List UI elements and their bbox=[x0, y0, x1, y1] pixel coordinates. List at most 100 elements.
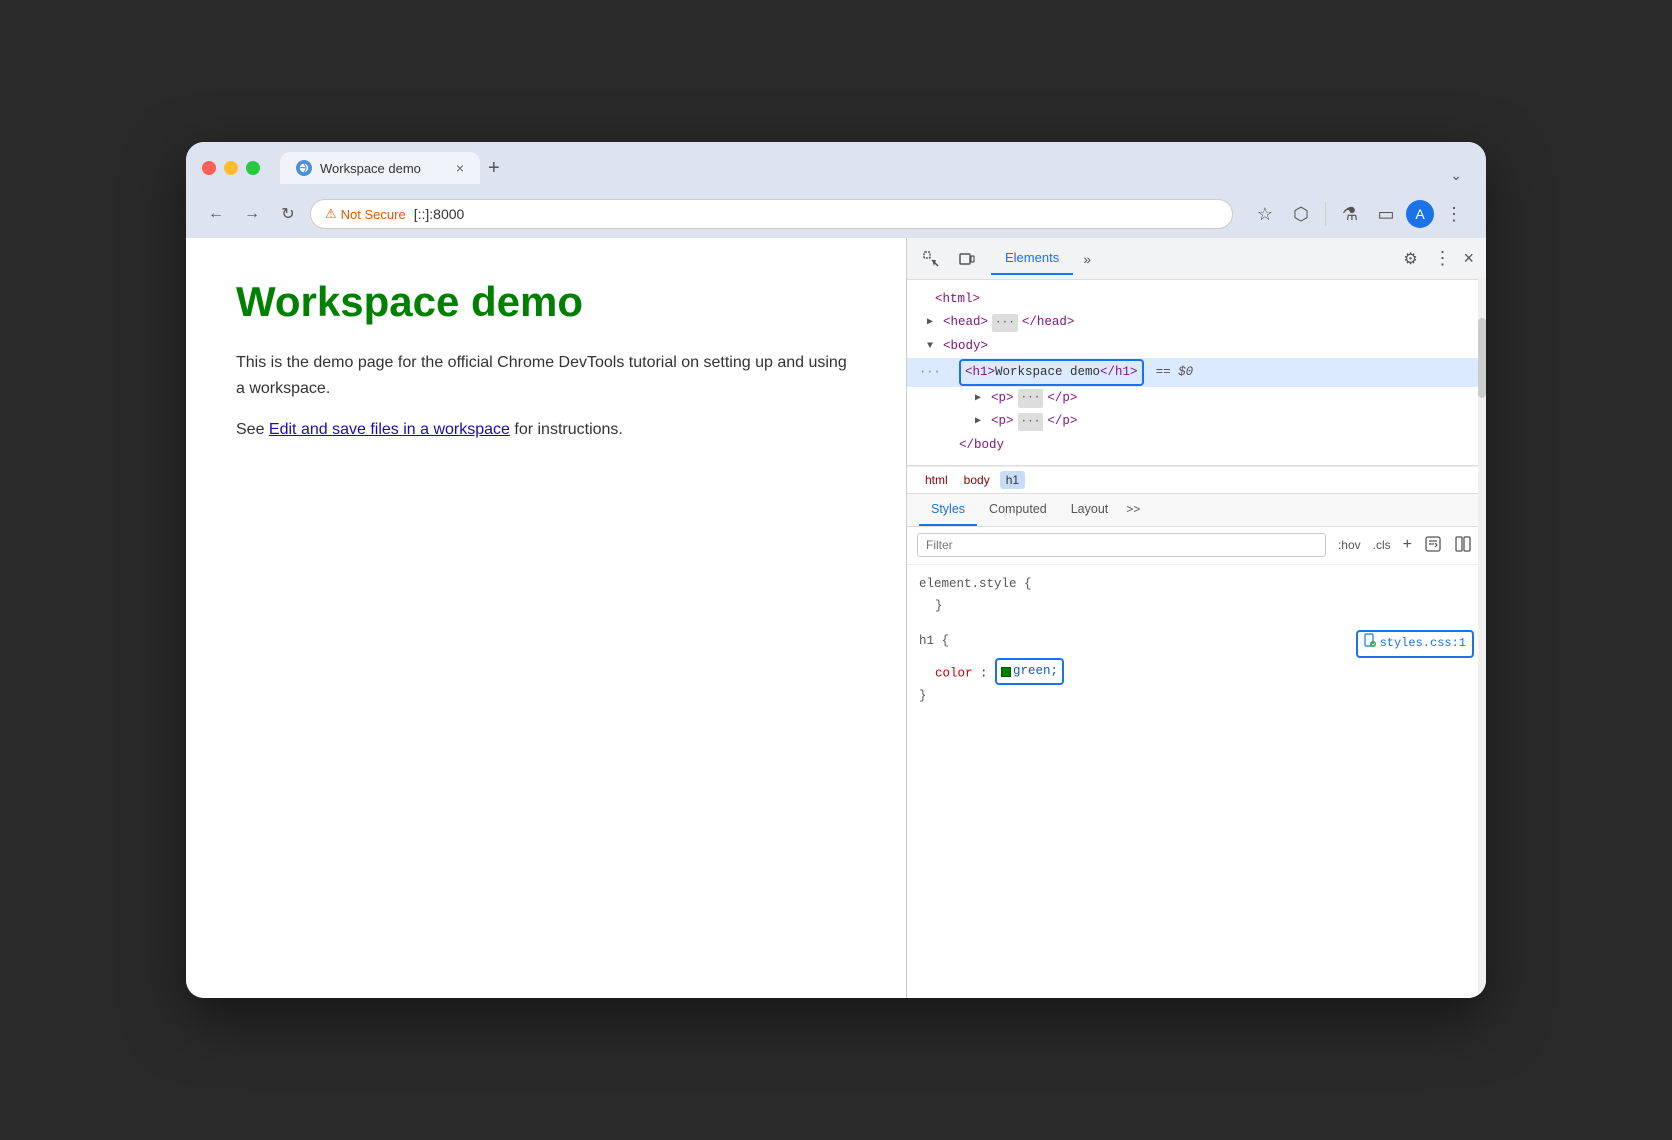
profile-button[interactable]: A bbox=[1406, 200, 1434, 228]
devtools-settings-button[interactable]: ⚙ bbox=[1395, 244, 1425, 274]
lab-button[interactable]: ⚗ bbox=[1334, 198, 1366, 230]
workspace-link[interactable]: Edit and save files in a workspace bbox=[269, 421, 510, 438]
dom-line-dots: ··· bbox=[919, 362, 941, 382]
element-style-close: } bbox=[919, 595, 1474, 618]
styles-tabs: Styles Computed Layout >> bbox=[907, 494, 1486, 527]
element-style-rule: element.style { } bbox=[919, 573, 1474, 618]
style-sheet-button[interactable] bbox=[1420, 533, 1446, 558]
styles-filter-row: :hov .cls + bbox=[907, 527, 1486, 565]
arrow-right3-icon: ▶ bbox=[975, 413, 987, 430]
tab-layout[interactable]: Layout bbox=[1059, 494, 1121, 526]
element-style-selector: element.style { bbox=[919, 573, 1474, 596]
styles-content: element.style { } h1 { bbox=[907, 565, 1486, 728]
tab-computed[interactable]: Computed bbox=[977, 494, 1059, 526]
h1-rule-close: } bbox=[919, 685, 1474, 708]
breadcrumb-h1[interactable]: h1 bbox=[1000, 471, 1025, 489]
h1-color-property: color : green; bbox=[919, 658, 1474, 685]
extensions-button[interactable]: ⬡ bbox=[1285, 198, 1317, 230]
security-indicator: ⚠ Not Secure bbox=[325, 206, 406, 222]
devtools-panel: Elements » ⚙ ⋮ × <html> bbox=[906, 238, 1486, 998]
styles-filter-buttons: :hov .cls + bbox=[1334, 533, 1476, 558]
dom-body-node[interactable]: ▼ <body> bbox=[907, 335, 1486, 358]
tab-favicon bbox=[296, 160, 312, 176]
color-swatch[interactable] bbox=[1001, 667, 1011, 677]
cls-button[interactable]: .cls bbox=[1369, 536, 1395, 554]
tab-title: Workspace demo bbox=[320, 161, 421, 176]
dom-body-close-node[interactable]: </body bbox=[907, 434, 1486, 457]
dom-p2-node[interactable]: ▶ <p> ··· </p> bbox=[907, 410, 1486, 433]
file-icon bbox=[1364, 633, 1376, 656]
paragraph2-suffix: for instructions. bbox=[510, 421, 623, 438]
dom-tree: <html> ▶ <head> ··· </head> ▼ <body> bbox=[907, 280, 1486, 466]
forward-button[interactable]: → bbox=[238, 200, 266, 228]
paragraph2-prefix: See bbox=[236, 421, 269, 438]
address-bar[interactable]: ⚠ Not Secure [::]:8000 bbox=[310, 199, 1233, 229]
traffic-lights bbox=[202, 161, 260, 175]
address-bar-row: ← → ↻ ⚠ Not Secure [::]:8000 ☆ ⬡ ⚗ ▭ bbox=[186, 192, 1486, 238]
settings-icon: ⚙ bbox=[1403, 249, 1417, 269]
layout-button[interactable] bbox=[1450, 533, 1476, 558]
close-window-button[interactable] bbox=[202, 161, 216, 175]
h1-selector: h1 { bbox=[919, 634, 949, 648]
dom-head-node[interactable]: ▶ <head> ··· </head> bbox=[907, 311, 1486, 334]
profile-initial: A bbox=[1415, 206, 1424, 222]
webpage-content: Workspace demo This is the demo page for… bbox=[186, 238, 906, 998]
source-file-label: styles.css:1 bbox=[1380, 633, 1466, 655]
styles-filter-input[interactable] bbox=[917, 533, 1326, 557]
devtools-scrollbar-thumb[interactable] bbox=[1478, 318, 1486, 398]
menu-button[interactable]: ⋮ bbox=[1438, 198, 1470, 230]
dom-p1-node[interactable]: ▶ <p> ··· </p> bbox=[907, 387, 1486, 410]
styles-source-link[interactable]: styles.css:1 bbox=[1356, 630, 1474, 659]
more-devtools-tabs[interactable]: » bbox=[1075, 247, 1099, 271]
page-paragraph-2: See Edit and save files in a workspace f… bbox=[236, 417, 856, 443]
devtools-close-button[interactable]: × bbox=[1459, 244, 1478, 273]
dom-html-node[interactable]: <html> bbox=[907, 288, 1486, 311]
devtools-tabs: Elements » bbox=[987, 242, 1391, 275]
page-heading: Workspace demo bbox=[236, 278, 856, 326]
inspect-element-button[interactable] bbox=[915, 243, 947, 275]
devtools-scrollbar[interactable] bbox=[1478, 278, 1486, 998]
bookmark-button[interactable]: ☆ bbox=[1249, 198, 1281, 230]
color-value-highlight: green; bbox=[995, 658, 1064, 685]
reload-button[interactable]: ↻ bbox=[274, 200, 302, 228]
dom-h1-highlight: <h1>Workspace demo</h1> bbox=[959, 359, 1144, 386]
lab-icon: ⚗ bbox=[1342, 204, 1358, 225]
breadcrumb-body[interactable]: body bbox=[958, 471, 996, 489]
bookmark-icon: ☆ bbox=[1257, 204, 1273, 225]
title-bar: Workspace demo × + ⌄ bbox=[186, 142, 1486, 192]
arrow-right-icon: ▶ bbox=[927, 314, 939, 331]
arrow-right2-icon: ▶ bbox=[975, 390, 987, 407]
dom-h1-node[interactable]: ··· <h1>Workspace demo</h1> == $0 bbox=[907, 358, 1486, 387]
maximize-window-button[interactable] bbox=[246, 161, 260, 175]
breadcrumb-bar: html body h1 bbox=[907, 466, 1486, 494]
add-style-button[interactable]: + bbox=[1399, 534, 1416, 556]
new-tab-button[interactable]: + bbox=[480, 153, 508, 184]
page-paragraph-1: This is the demo page for the official C… bbox=[236, 350, 856, 401]
browser-window: Workspace demo × + ⌄ ← → ↻ ⚠ Not Secure … bbox=[186, 142, 1486, 998]
device-toolbar-button[interactable] bbox=[951, 243, 983, 275]
more-options-icon: ⋮ bbox=[1433, 248, 1451, 269]
main-content: Workspace demo This is the demo page for… bbox=[186, 238, 1486, 998]
h1-style-rule: h1 { styles.css:1 bbox=[919, 630, 1474, 708]
url-text: [::]:8000 bbox=[414, 206, 465, 222]
tab-close-button[interactable]: × bbox=[456, 160, 464, 176]
sidebar-icon: ▭ bbox=[1377, 204, 1394, 225]
h1-rule-header: h1 { styles.css:1 bbox=[919, 630, 1474, 659]
tab-styles[interactable]: Styles bbox=[919, 494, 977, 526]
tab-chevron-icon[interactable]: ⌄ bbox=[1450, 167, 1470, 184]
breadcrumb-html[interactable]: html bbox=[919, 471, 954, 489]
toolbar-divider bbox=[1325, 202, 1326, 226]
devtools-more-options-button[interactable]: ⋮ bbox=[1429, 244, 1455, 273]
menu-icon: ⋮ bbox=[1445, 204, 1463, 225]
hov-button[interactable]: :hov bbox=[1334, 536, 1365, 554]
active-tab[interactable]: Workspace demo × bbox=[280, 152, 480, 184]
sidebar-button[interactable]: ▭ bbox=[1370, 198, 1402, 230]
tab-elements[interactable]: Elements bbox=[991, 242, 1073, 275]
back-button[interactable]: ← bbox=[202, 200, 230, 228]
minimize-window-button[interactable] bbox=[224, 161, 238, 175]
arrow-down-icon: ▼ bbox=[927, 338, 939, 355]
devtools-toolbar: Elements » ⚙ ⋮ × bbox=[907, 238, 1486, 280]
tabs-row: Workspace demo × + ⌄ bbox=[280, 152, 1470, 184]
browser-toolbar: ☆ ⬡ ⚗ ▭ A ⋮ bbox=[1249, 198, 1470, 230]
more-styles-tabs[interactable]: >> bbox=[1120, 494, 1146, 526]
